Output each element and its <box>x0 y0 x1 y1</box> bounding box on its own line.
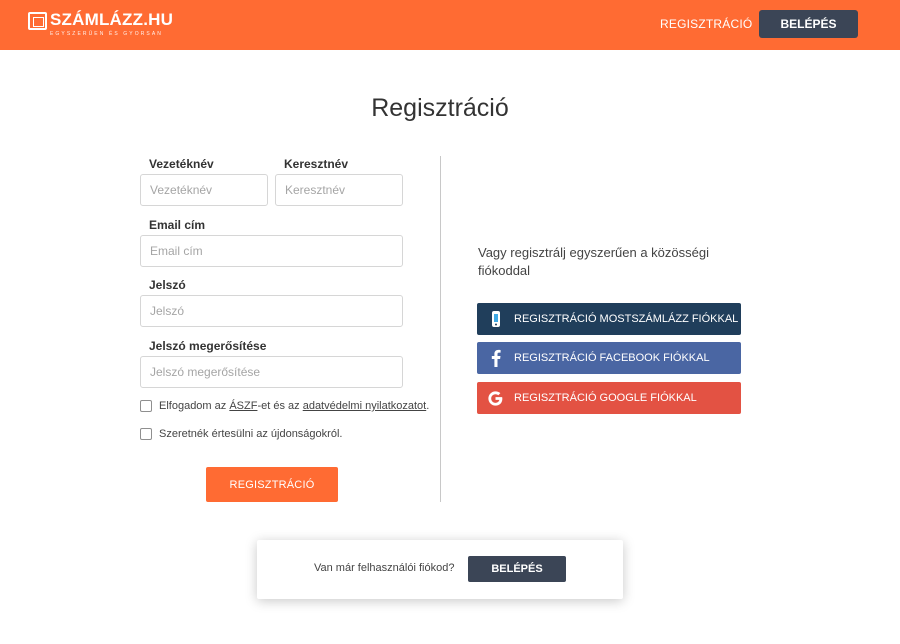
nav-register-link[interactable]: REGISZTRÁCIÓ <box>660 17 752 31</box>
mostszamlazz-button-label: REGISZTRÁCIÓ MOSTSZÁMLÁZZ FIÓKKAL <box>514 313 739 325</box>
logo-icon <box>28 12 47 30</box>
google-register-button[interactable]: REGISZTRÁCIÓ GOOGLE FIÓKKAL <box>477 382 741 414</box>
terms-checkbox[interactable] <box>140 400 152 412</box>
column-divider <box>440 156 441 502</box>
mostszamlazz-icon <box>477 310 514 328</box>
first-name-label: Keresztnév <box>284 157 349 171</box>
facebook-register-button[interactable]: REGISZTRÁCIÓ FACEBOOK FIÓKKAL <box>477 342 741 374</box>
header-login-button[interactable]: BELÉPÉS <box>759 10 858 38</box>
page-title: Regisztráció <box>371 94 509 122</box>
register-submit-button[interactable]: REGISZTRÁCIÓ <box>206 467 338 502</box>
mostszamlazz-register-button[interactable]: REGISZTRÁCIÓ MOSTSZÁMLÁZZ FIÓKKAL <box>477 303 741 335</box>
newsletter-checkbox[interactable] <box>140 428 152 440</box>
login-prompt-text: Van már felhasználói fiókod? <box>314 562 455 574</box>
password-label: Jelszó <box>149 278 186 292</box>
terms-text: Elfogadom az ÁSZF-et és az adatvédelmi n… <box>159 400 430 412</box>
login-prompt-button[interactable]: BELÉPÉS <box>468 556 566 582</box>
password-confirm-input[interactable] <box>140 356 403 388</box>
last-name-input[interactable] <box>140 174 268 206</box>
terms-row: Elfogadom az ÁSZF-et és az adatvédelmi n… <box>140 400 429 412</box>
password-confirm-label: Jelszó megerősítése <box>149 339 267 353</box>
szamlazz-logo[interactable]: SZÁMLÁZZ.HU EGYSZERŰEN ÉS GYORSAN <box>28 10 173 37</box>
top-navigation-bar: SZÁMLÁZZ.HU EGYSZERŰEN ÉS GYORSAN REGISZ… <box>0 0 900 50</box>
logo-tagline: EGYSZERŰEN ÉS GYORSAN <box>50 31 164 37</box>
social-intro-text: Vagy regisztrálj egyszerűen a közösségi … <box>478 245 709 278</box>
facebook-button-label: REGISZTRÁCIÓ FACEBOOK FIÓKKAL <box>514 352 710 364</box>
login-prompt-card: Van már felhasználói fiókod? BELÉPÉS <box>257 540 623 599</box>
password-input[interactable] <box>140 295 403 327</box>
privacy-policy-link[interactable]: adatvédelmi nyilatkozatot <box>303 400 427 412</box>
aszf-link[interactable]: ÁSZF <box>229 400 257 412</box>
email-input[interactable] <box>140 235 403 267</box>
newsletter-label: Szeretnék értesülni az újdonságokról. <box>159 428 343 440</box>
logo-text: SZÁMLÁZZ.HU <box>50 10 174 29</box>
google-button-label: REGISZTRÁCIÓ GOOGLE FIÓKKAL <box>514 392 697 404</box>
last-name-label: Vezetéknév <box>149 157 214 171</box>
google-icon <box>477 390 514 406</box>
email-label: Email cím <box>149 218 206 232</box>
first-name-input[interactable] <box>275 174 403 206</box>
newsletter-row: Szeretnék értesülni az újdonságokról. <box>140 428 342 440</box>
facebook-icon <box>477 349 514 367</box>
